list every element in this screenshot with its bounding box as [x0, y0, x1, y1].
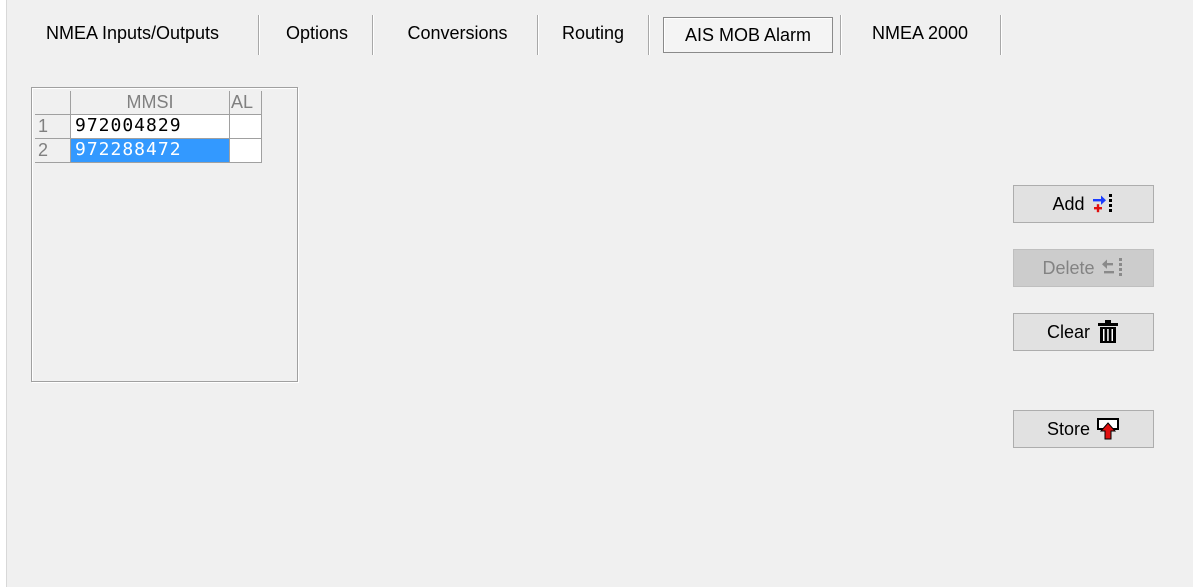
add-button[interactable]: Add: [1013, 185, 1154, 223]
column-header-mmsi[interactable]: MMSI: [71, 91, 230, 115]
store-icon: [1097, 418, 1120, 440]
store-button-label: Store: [1046, 418, 1091, 439]
tab-conversions[interactable]: Conversions: [390, 15, 525, 51]
tab-separator: [258, 15, 260, 55]
clear-button[interactable]: Clear: [1013, 313, 1154, 351]
clear-button-label: Clear: [1046, 321, 1090, 342]
mmsi-grid[interactable]: MMSI AL 1 972004829 2 972288472: [31, 87, 298, 382]
tab-options[interactable]: Options: [277, 15, 357, 51]
row-header[interactable]: 2: [35, 139, 71, 163]
store-button[interactable]: Store: [1013, 410, 1154, 448]
al-cell[interactable]: [230, 115, 262, 139]
tab-separator: [648, 15, 650, 55]
delete-row-icon: [1101, 258, 1122, 276]
delete-button[interactable]: Delete: [1013, 249, 1154, 287]
add-button-label: Add: [1052, 193, 1085, 214]
trash-icon: [1098, 320, 1118, 343]
column-header-al[interactable]: AL: [230, 91, 262, 115]
tab-ais-mob-alarm[interactable]: AIS MOB Alarm: [663, 17, 833, 53]
row-header[interactable]: 1: [35, 115, 71, 139]
tab-nmea-inputs-outputs[interactable]: NMEA Inputs/Outputs: [25, 15, 240, 51]
tab-bar: NMEA Inputs/Outputs Options Conversions …: [7, 0, 1193, 70]
tab-routing[interactable]: Routing: [552, 15, 634, 51]
grid-corner[interactable]: [35, 91, 71, 115]
al-cell[interactable]: [230, 139, 262, 163]
tab-panel: NMEA Inputs/Outputs Options Conversions …: [6, 0, 1193, 587]
tab-nmea-2000[interactable]: NMEA 2000: [855, 15, 985, 51]
tab-separator: [537, 15, 539, 55]
tab-separator: [372, 15, 374, 55]
tab-separator: [1000, 15, 1002, 55]
tab-separator: [840, 15, 842, 55]
mmsi-cell-selected[interactable]: 972288472: [71, 139, 230, 163]
add-row-icon: [1092, 194, 1112, 213]
delete-button-label: Delete: [1042, 257, 1095, 278]
mmsi-cell[interactable]: 972004829: [71, 115, 230, 139]
